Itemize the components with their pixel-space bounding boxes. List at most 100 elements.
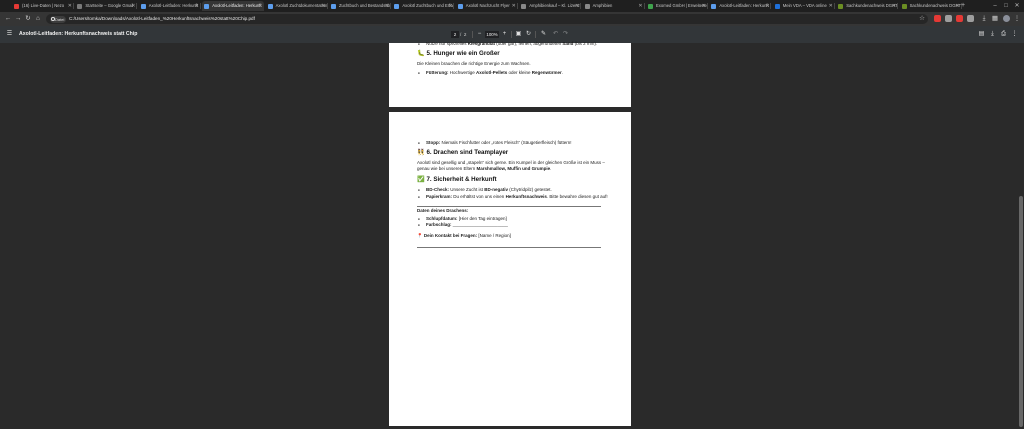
tab-title: Axolotl Zuchtbuch und Erfassung	[402, 3, 454, 8]
browser-tab[interactable]: Axolotl-Leitfaden: Herkunft ✕	[709, 1, 772, 11]
forward-icon[interactable]: →	[13, 14, 23, 24]
new-tab-button[interactable]: +	[958, 1, 968, 11]
undo-icon[interactable]: ↶	[551, 30, 560, 39]
page-separator: /	[460, 32, 462, 37]
downloads-icon[interactable]: ⤓	[979, 14, 989, 24]
browser-tab[interactable]: Axolotl Nachzucht Flyer ✕	[456, 1, 518, 11]
browser-tab[interactable]: Zuchtbuch und Bestandsübersicht✕	[329, 1, 391, 11]
sidebar-toggle-icon[interactable]: ▤	[977, 30, 986, 39]
tab-close-icon[interactable]: ✕	[68, 1, 72, 11]
scrollbar-thumb[interactable]	[1019, 196, 1023, 427]
address-bar[interactable]: Datei C:/Users/tomka/Downloads/Axolotl-L…	[46, 14, 928, 24]
page-number-input[interactable]: 2	[451, 31, 459, 38]
browser-tab[interactable]: Axolotl-Leitfaden: Herkunft ✕	[139, 1, 201, 11]
profile-avatar[interactable]	[1003, 15, 1010, 22]
tab-separator	[199, 3, 201, 9]
zoom-out-icon[interactable]: −	[475, 30, 484, 39]
text-run: .	[550, 166, 552, 171]
tab-close-icon[interactable]: ✕	[321, 1, 325, 11]
section-heading-6: 👯 6. Drachen sind Teamplayer	[417, 149, 509, 156]
pdf-menu-icon[interactable]: ☰	[5, 30, 14, 39]
browser-tab[interactable]: Startseite – Google Gmail ✕	[75, 1, 138, 11]
home-icon[interactable]: ⌂	[33, 14, 43, 24]
browser-tab[interactable]: Sachkundenachweis DGHT ✕	[900, 1, 962, 11]
text-bold: Sand	[562, 41, 574, 46]
tab-close-icon[interactable]: ✕	[512, 1, 516, 11]
text-bold: Daten deines Drachens:	[417, 208, 469, 213]
text-bold: Marshmallow, Muffin und Grumpie	[476, 166, 551, 171]
tab-title: Axolotl Zuchtdokumentation	[275, 3, 328, 8]
tab-title: Amphibien	[592, 3, 613, 8]
pdf-more-icon[interactable]: ⋮	[1010, 30, 1019, 39]
back-icon[interactable]: ←	[3, 14, 13, 24]
browser-tab[interactable]: Mein VDA – VDA online ✕	[773, 1, 835, 11]
browser-menu-icon[interactable]: ⋮	[1012, 14, 1022, 24]
toolbar-divider	[472, 31, 473, 38]
browser-tab[interactable]: Amphibienkauf – Kl. Lizenz ✕	[519, 1, 582, 11]
heading-text: 6. Drachen sind Teamplayer	[426, 149, 509, 156]
address-url[interactable]: C:/Users/tomka/Downloads/Axolotl-Leitfad…	[69, 14, 255, 24]
tab-separator	[516, 3, 518, 9]
pdf-download-icon[interactable]: ⤓	[988, 30, 997, 39]
reload-icon[interactable]: ↻	[23, 14, 33, 24]
tab-close-icon[interactable]: ✕	[258, 1, 262, 11]
tab-close-icon[interactable]: ✕	[829, 1, 833, 11]
tab-favicon-icon	[394, 3, 400, 9]
minimize-icon[interactable]: –	[991, 0, 999, 12]
browser-tab[interactable]: Axolotl Zuchtdokumentation ✕	[266, 1, 328, 11]
text-run: . Bitte bewahre diesen gut auf!	[546, 194, 608, 199]
text-run: Hochwertige	[448, 70, 477, 75]
tab-close-icon[interactable]: ✕	[638, 1, 642, 11]
text-bold: Dein Kontakt bei Fragen:	[423, 233, 478, 238]
tab-close-icon[interactable]: ✕	[575, 1, 579, 11]
zoom-input[interactable]: 100%	[485, 31, 499, 38]
zoom-in-icon[interactable]: +	[500, 30, 509, 39]
divider-line	[417, 247, 601, 248]
redo-icon[interactable]: ↷	[561, 30, 570, 39]
browser-tab[interactable]: Exomed GmbH | Erweiterte ✕	[646, 1, 708, 11]
text-bold: Papierkram:	[426, 194, 453, 199]
tab-separator	[580, 3, 582, 9]
text-run: (oder gar), feinen, abgerundeten	[495, 41, 563, 46]
puzzle-icon[interactable]: ▦	[990, 14, 1000, 24]
tab-close-icon[interactable]: ✕	[448, 1, 452, 11]
tab-title: Amphibienkauf – Kl. Lizenz	[529, 3, 580, 8]
browser-tab[interactable]: Amphibien ✕	[583, 1, 645, 11]
bookmark-star-icon[interactable]: ☆	[917, 14, 927, 24]
tab-close-icon[interactable]: ✕	[385, 1, 389, 11]
tab-close-icon[interactable]: ✕	[892, 1, 896, 11]
browser-tab[interactable]: Axolotl Zuchtbuch und Erfassung✕	[392, 1, 455, 11]
tab-close-icon[interactable]: ✕	[702, 1, 706, 11]
site-info-chip[interactable]: Datei	[50, 15, 67, 23]
extension-icon[interactable]	[956, 15, 963, 22]
fit-page-icon[interactable]: ▣	[514, 30, 523, 39]
text-run: Du erhältst von uns einen	[452, 194, 506, 199]
browser-tab[interactable]: (16) Live-Daten | Nezo ✕	[12, 1, 74, 11]
tab-separator	[833, 3, 835, 9]
extension-icon[interactable]	[967, 15, 974, 22]
tab-favicon-icon	[267, 3, 273, 9]
extension-icon[interactable]	[934, 15, 941, 22]
maximize-icon[interactable]: □	[1002, 0, 1010, 12]
site-info-label: Datei	[55, 16, 65, 22]
tab-close-icon[interactable]: ✕	[131, 1, 135, 11]
info-icon	[51, 17, 55, 21]
total-pages: 2	[463, 32, 467, 37]
browser-tab[interactable]: Axolotl-Leitfaden: Herkunft ✕	[202, 1, 265, 11]
annotate-icon[interactable]: ✎	[539, 30, 548, 39]
paragraph: genau wie bei unseren Eltern Marshmallow…	[417, 166, 551, 172]
toolbar-divider	[511, 31, 512, 38]
text-bold: BD-negativ	[484, 187, 509, 192]
print-icon[interactable]: ⎙	[999, 30, 1008, 39]
paragraph: Die Kleinen brauchen die richtige Energi…	[417, 61, 531, 66]
extension-icon[interactable]	[945, 15, 952, 22]
close-window-icon[interactable]: ✕	[1013, 0, 1021, 12]
tab-close-icon[interactable]: ✕	[765, 1, 769, 11]
tab-favicon-icon	[711, 3, 717, 9]
browser-tab[interactable]: Sachkundenachweis DGHT ✕	[836, 1, 899, 11]
text-run: ______________________	[451, 222, 508, 227]
tab-title: Startseite – Google Gmail	[85, 3, 134, 8]
tab-favicon-icon	[901, 3, 907, 9]
tab-close-icon[interactable]: ✕	[195, 1, 199, 11]
rotate-icon[interactable]: ↻	[524, 30, 533, 39]
